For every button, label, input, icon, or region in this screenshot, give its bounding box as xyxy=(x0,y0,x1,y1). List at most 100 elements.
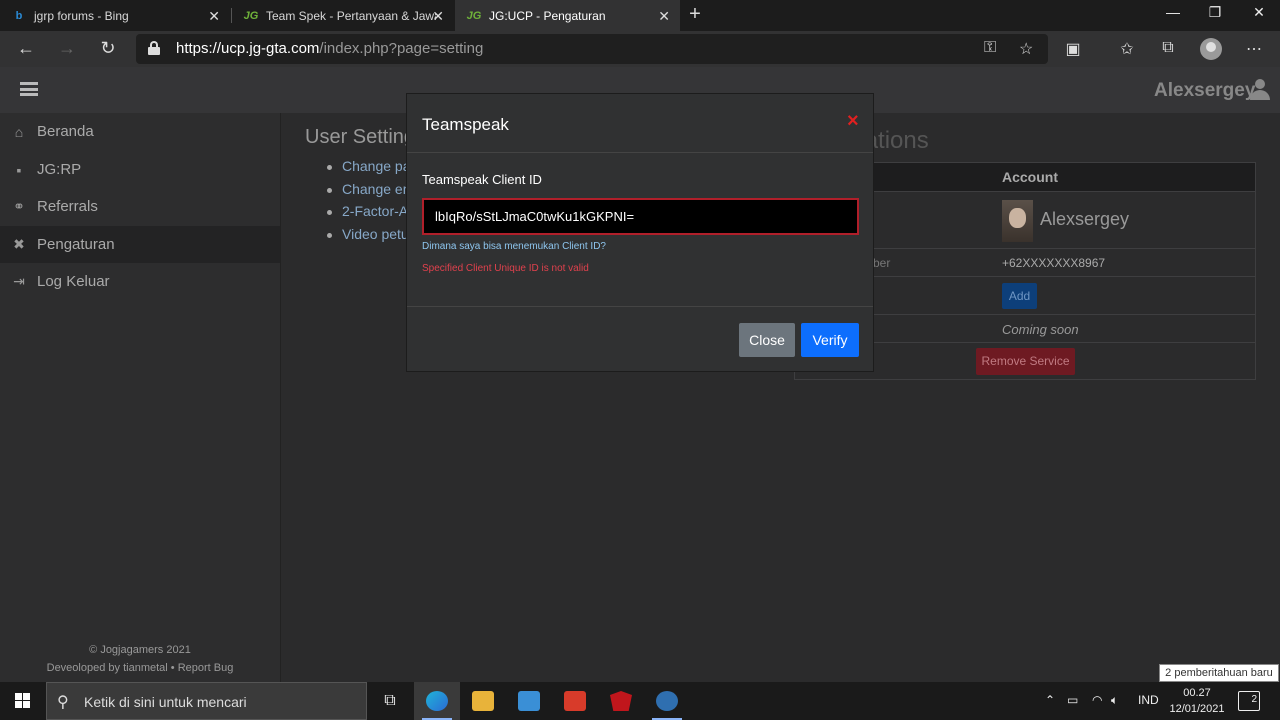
modal-footer-divider xyxy=(407,306,873,307)
handshake-icon: ⚭ xyxy=(13,198,25,214)
url-text: https://ucp.jg-gta.com/index.php?page=se… xyxy=(176,40,484,57)
modal-header: Teamspeak × xyxy=(407,94,873,153)
favorite-star-icon[interactable]: ☆ xyxy=(1019,39,1033,59)
error-message: Specified Client Unique ID is not valid xyxy=(422,263,589,274)
phone-label: ber xyxy=(873,256,891,270)
chevron-up-icon[interactable]: ⌃ xyxy=(1045,693,1055,707)
refresh-icon[interactable]: ↻ xyxy=(96,37,120,61)
battery-icon[interactable]: ▭ xyxy=(1067,693,1078,707)
lock-icon xyxy=(148,41,160,55)
page-content: Alexsergey ⌂ Beranda ▪ JG:RP ⚭ Referrals… xyxy=(0,67,1280,682)
hamburger-menu-icon[interactable] xyxy=(20,82,38,96)
file-explorer-icon[interactable] xyxy=(460,682,506,720)
remove-service-button[interactable]: Remove Service xyxy=(976,348,1075,375)
task-view-icon[interactable]: ⧉ xyxy=(367,682,413,720)
maximize-icon[interactable]: ❐ xyxy=(1205,4,1225,21)
sidebar-item-label: Referrals xyxy=(37,198,98,215)
add-button[interactable]: Add xyxy=(1002,283,1037,309)
sidebar-item-label: Log Keluar xyxy=(37,273,110,290)
avatar xyxy=(1002,200,1033,242)
video-tutorial-link[interactable]: Video petu xyxy=(327,226,414,249)
browser-tab-bar: b jgrp forums - Bing ✕ JG Team Spek - Pe… xyxy=(0,0,1280,31)
tab-bing[interactable]: b jgrp forums - Bing ✕ xyxy=(0,0,230,31)
clock[interactable]: 00.27 12/01/2021 xyxy=(1168,685,1226,717)
client-id-label: Teamspeak Client ID xyxy=(422,172,542,187)
minimize-icon[interactable]: — xyxy=(1163,4,1183,20)
url-field[interactable]: https://ucp.jg-gta.com/index.php?page=se… xyxy=(136,34,1048,64)
profile-avatar-icon[interactable] xyxy=(1200,38,1222,60)
developer-link[interactable]: tianmetal xyxy=(123,662,168,674)
teamspeak-app-icon[interactable] xyxy=(644,682,690,720)
sidebar-item-label: Pengaturan xyxy=(37,236,115,253)
language-indicator[interactable]: IND xyxy=(1138,693,1159,707)
tab-label: Team Spek - Pertanyaan & Jawab xyxy=(266,8,436,23)
search-placeholder: Ketik di sini untuk mencari xyxy=(84,694,247,710)
time: 00.27 xyxy=(1183,687,1211,699)
office-app-icon[interactable] xyxy=(552,682,598,720)
account-name: Alexsergey xyxy=(1040,209,1130,229)
jgrp-icon: ▪ xyxy=(16,161,22,178)
sidebar-item-jgrp[interactable]: ▪ JG:RP xyxy=(0,151,280,188)
change-password-link[interactable]: Change pa xyxy=(327,158,414,181)
mail-icon[interactable] xyxy=(506,682,552,720)
header-username[interactable]: Alexsergey xyxy=(1154,80,1255,102)
notification-toast[interactable]: 2 pemberitahuan baru xyxy=(1159,664,1279,682)
windows-logo-icon xyxy=(15,693,31,709)
window-close-icon[interactable]: ✕ xyxy=(1249,4,1269,21)
favorites-icon[interactable]: ✩ xyxy=(1116,39,1138,59)
close-button[interactable]: Close xyxy=(739,323,795,357)
edge-app-icon[interactable] xyxy=(414,682,460,720)
sidebar-item-label: Beranda xyxy=(37,123,94,140)
jg-icon: JG xyxy=(243,9,259,22)
date: 12/01/2021 xyxy=(1169,703,1225,715)
taskbar-search-input[interactable]: ⚲ Ketik di sini untuk mencari xyxy=(46,682,367,720)
tab-label: JG:UCP - Pengaturan xyxy=(489,8,606,23)
collections-icon[interactable]: ⧉ xyxy=(1157,39,1179,57)
start-button[interactable] xyxy=(0,682,46,720)
tab-label: jgrp forums - Bing xyxy=(34,8,129,23)
footer-credits: Deveoloped by tianmetal • Report Bug xyxy=(46,662,234,674)
extension-icon[interactable]: ▣ xyxy=(1062,39,1084,59)
wifi-icon[interactable]: ◠ xyxy=(1092,693,1102,707)
sidebar-item-pengaturan[interactable]: ✖ Pengaturan xyxy=(0,226,280,263)
coming-soon-text: Coming soon xyxy=(1002,322,1079,337)
sidebar: ⌂ Beranda ▪ JG:RP ⚭ Referrals ✖ Pengatur… xyxy=(0,113,281,682)
back-icon[interactable]: ← xyxy=(14,37,38,61)
sidebar-item-label: JG:RP xyxy=(37,161,82,178)
column-header-account: Account xyxy=(1002,169,1058,185)
close-icon[interactable]: ✕ xyxy=(658,8,670,25)
taskbar: ⚲ Ketik di sini untuk mencari ⧉ ⌃ ▭ ◠ 🔈︎… xyxy=(0,682,1280,720)
change-email-link[interactable]: Change em xyxy=(327,181,414,204)
logout-icon: ⇥ xyxy=(13,273,25,289)
sidebar-item-referrals[interactable]: ⚭ Referrals xyxy=(0,188,280,225)
close-icon[interactable]: ✕ xyxy=(432,8,444,25)
wrench-icon: ✖ xyxy=(13,236,25,252)
volume-icon[interactable]: 🔈︎ xyxy=(1111,693,1118,708)
user-icon[interactable] xyxy=(1250,79,1270,100)
notification-center-icon[interactable]: 2 xyxy=(1238,691,1260,711)
teamspeak-modal: Teamspeak × Teamspeak Client ID Dimana s… xyxy=(406,93,874,372)
verify-button[interactable]: Verify xyxy=(801,323,859,357)
forward-icon[interactable]: → xyxy=(55,37,79,61)
close-icon[interactable]: ✕ xyxy=(208,8,220,25)
tab-jgucp[interactable]: JG JG:UCP - Pengaturan ✕ xyxy=(455,0,680,31)
key-icon[interactable]: ⚿ xyxy=(984,39,996,57)
two-factor-link[interactable]: 2-Factor-A xyxy=(327,203,414,226)
new-tab-icon[interactable]: + xyxy=(684,3,706,26)
address-bar-row: ← → ↻ https://ucp.jg-gta.com/index.php?p… xyxy=(0,31,1280,67)
find-client-id-link[interactable]: Dimana saya bisa menemukan Client ID? xyxy=(422,241,606,252)
search-icon: ⚲ xyxy=(57,694,69,711)
more-menu-icon[interactable]: ⋯ xyxy=(1243,39,1265,59)
home-icon: ⌂ xyxy=(14,123,24,140)
client-id-input[interactable] xyxy=(422,198,859,235)
mcafee-icon[interactable] xyxy=(598,682,644,720)
sidebar-item-beranda[interactable]: ⌂ Beranda xyxy=(0,113,280,150)
user-settings-list: Change pa Change em 2-Factor-A Video pet… xyxy=(327,158,414,248)
jg-icon: JG xyxy=(466,9,482,22)
footer-copyright: © Jogjagamers 2021 xyxy=(89,644,191,656)
tab-teamspek[interactable]: JG Team Spek - Pertanyaan & Jawab ✕ xyxy=(232,0,454,31)
close-icon[interactable]: × xyxy=(847,110,859,133)
bing-icon: b xyxy=(15,9,23,22)
report-bug-link[interactable]: Report Bug xyxy=(178,662,234,674)
sidebar-item-log-keluar[interactable]: ⇥ Log Keluar xyxy=(0,263,280,300)
